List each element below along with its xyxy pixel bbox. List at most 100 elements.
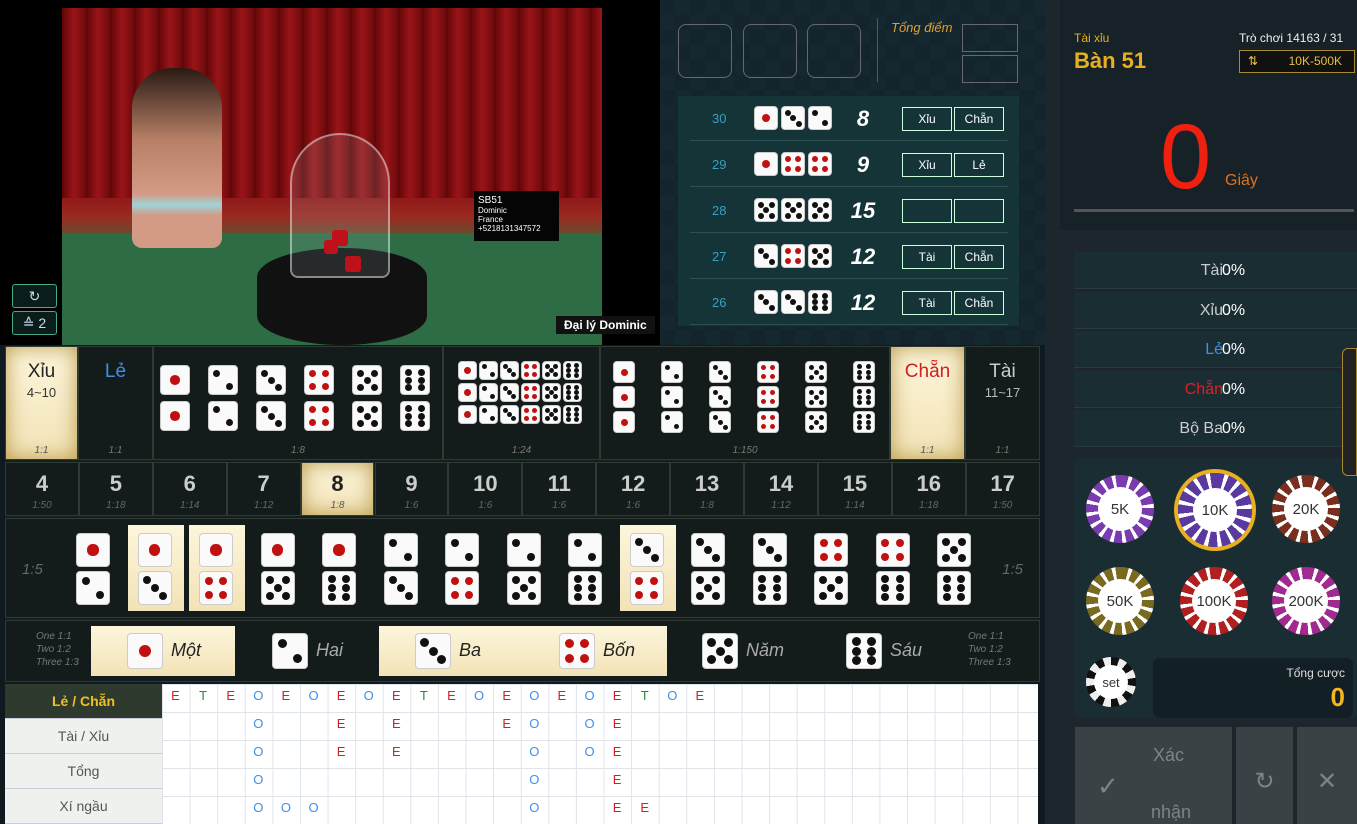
combo-bet-1-6[interactable] <box>312 525 368 611</box>
bet-tai[interactable]: Tài 11~17 1:1 <box>965 346 1040 460</box>
confirm-button[interactable]: ✓ Xác nhận <box>1075 727 1232 824</box>
bet-total-14[interactable]: 14 1:12 <box>744 462 818 516</box>
combo-bet-3-6[interactable] <box>743 525 799 611</box>
bet-triples-group[interactable]: 1:150 <box>600 346 890 460</box>
bet-chan[interactable]: Chẵn 1:1 <box>890 346 965 460</box>
roadmap-cell: E <box>447 688 456 703</box>
die-face-5-icon <box>754 198 778 222</box>
triple-bet-5[interactable] <box>805 361 830 436</box>
single-bet-5[interactable]: Năm <box>666 626 810 676</box>
bet-le[interactable]: Lẻ 1:1 <box>78 346 153 460</box>
combo-bet-3-5[interactable] <box>681 525 737 611</box>
die-face-1-icon <box>76 533 110 567</box>
side-drawer-tab[interactable] <box>1342 348 1357 476</box>
combo-bet-1-3[interactable] <box>127 525 184 611</box>
triple-bet-6[interactable] <box>853 361 878 436</box>
triple-bet-4[interactable] <box>757 361 782 436</box>
combo-bet-2-5[interactable] <box>497 525 553 611</box>
combo-bet-2-6[interactable] <box>558 525 614 611</box>
refresh-video-button[interactable]: ↻ <box>12 284 57 308</box>
total-number: 11 <box>547 471 571 496</box>
triple-bet-2[interactable] <box>661 361 686 436</box>
combo-bet-5-6[interactable] <box>927 525 983 611</box>
die-face-2-icon <box>208 365 238 395</box>
clear-button[interactable]: ✕ <box>1297 727 1357 824</box>
die-face-6-icon <box>752 571 787 605</box>
pair-bet-1[interactable] <box>160 365 193 431</box>
limit-selector[interactable]: ⇅ 10K-500K <box>1239 50 1355 73</box>
combo-bet-4-5[interactable] <box>804 525 860 611</box>
die-face-2-icon <box>479 361 498 380</box>
bet-total-13[interactable]: 13 1:8 <box>670 462 744 516</box>
total-odds: 1:6 <box>552 500 567 511</box>
pair-bet-2[interactable] <box>208 365 241 431</box>
single-odds-right: One 1:1 <box>968 631 1004 642</box>
die-face-4-icon <box>559 633 595 669</box>
bet-total-17[interactable]: 17 1:50 <box>965 462 1040 516</box>
chip-100k-button[interactable]: 100K <box>1180 567 1248 635</box>
stat-value: 0% <box>1222 301 1246 319</box>
combo-bet-3-4[interactable] <box>619 525 676 611</box>
bet-total-11[interactable]: 11 1:6 <box>522 462 597 516</box>
bet-total-label: Tổng cược <box>1286 666 1345 680</box>
chip-5k-button[interactable]: 5K <box>1086 475 1154 543</box>
bet-total-15[interactable]: 15 1:14 <box>817 462 892 516</box>
bet-total-10[interactable]: 10 1:6 <box>448 462 523 516</box>
total-odds: 1:50 <box>992 500 1013 511</box>
die-face-2-icon <box>506 533 541 567</box>
total-odds: 1:6 <box>404 500 419 511</box>
combo-bet-2-3[interactable] <box>374 525 430 611</box>
pair-bet-3[interactable] <box>256 365 289 431</box>
die-face-4-icon <box>521 383 540 402</box>
stat-row: Chẵn 0% <box>1074 370 1357 408</box>
bet-any-triple[interactable]: 1:24 <box>443 346 600 460</box>
die-face-6-icon <box>563 405 582 424</box>
triple-bet-1[interactable] <box>613 361 638 436</box>
bet-tai-range: 11~17 <box>984 385 1021 400</box>
bet-total-9[interactable]: 9 1:6 <box>374 462 449 516</box>
combo-bet-1-5[interactable] <box>251 525 307 611</box>
combo-bet-4-6[interactable] <box>866 525 922 611</box>
roadmap-tab-dice[interactable]: Xí ngầu <box>5 789 162 824</box>
bet-total-16[interactable]: 16 1:18 <box>891 462 966 516</box>
roadmap-tab-odd-even[interactable]: Lẻ / Chẵn <box>5 684 162 719</box>
rebet-button[interactable]: ↻ <box>1236 727 1293 824</box>
history-row: 29 9 Xỉu Lẻ <box>690 143 1008 187</box>
combo-bet-2-4[interactable] <box>435 525 491 611</box>
bet-xiu[interactable]: Xỉu 4~10 1:1 <box>5 346 78 460</box>
chip-50k-button[interactable]: 50K <box>1086 567 1154 635</box>
history-row: 26 12 Tài Chẵn <box>690 281 1008 325</box>
bet-total-7[interactable]: 7 1:12 <box>226 462 301 516</box>
single-label: Bốn <box>603 640 636 660</box>
single-bet-4[interactable]: Bốn <box>523 626 667 676</box>
bet-pairs-group[interactable]: 1:8 <box>153 346 443 460</box>
pair-bet-5[interactable] <box>352 365 385 431</box>
roadmap-tab-total[interactable]: Tổng <box>5 754 162 789</box>
bet-total-4[interactable]: 4 1:50 <box>5 462 79 516</box>
single-bet-1[interactable]: Một <box>91 626 235 676</box>
pair-bet-6[interactable] <box>400 365 433 431</box>
single-bet-2[interactable]: Hai <box>236 626 380 676</box>
combo-bet-1-2[interactable] <box>66 525 122 611</box>
bet-total-12[interactable]: 12 1:6 <box>596 462 671 516</box>
die-face-3-icon <box>629 533 664 567</box>
die-face-5-icon <box>814 571 848 605</box>
pair-bet-4[interactable] <box>304 365 337 431</box>
single-bet-6[interactable]: Sáu <box>810 626 954 676</box>
chip-10k-button[interactable]: 10K <box>1178 473 1252 547</box>
chip-200k-button[interactable]: 200K <box>1272 567 1340 635</box>
die-face-1-icon <box>613 361 635 383</box>
bet-total-8[interactable]: 8 1:8 <box>300 462 375 516</box>
bet-total-5[interactable]: 5 1:18 <box>78 462 153 516</box>
single-bet-3[interactable]: Ba <box>379 626 523 676</box>
chip-20k-button[interactable]: 20K <box>1272 475 1340 543</box>
die-face-5-icon <box>808 244 832 268</box>
combo-bet-1-4[interactable] <box>189 525 245 611</box>
bet-total-6[interactable]: 6 1:14 <box>152 462 227 516</box>
history-dice <box>754 198 835 222</box>
signal-button[interactable]: ≙ 2 <box>12 311 57 335</box>
die-face-1-icon <box>613 386 635 408</box>
triple-bet-3[interactable] <box>709 361 734 436</box>
set-chip-button[interactable]: set <box>1086 657 1136 707</box>
roadmap-tab-big-small[interactable]: Tài / Xỉu <box>5 719 162 754</box>
